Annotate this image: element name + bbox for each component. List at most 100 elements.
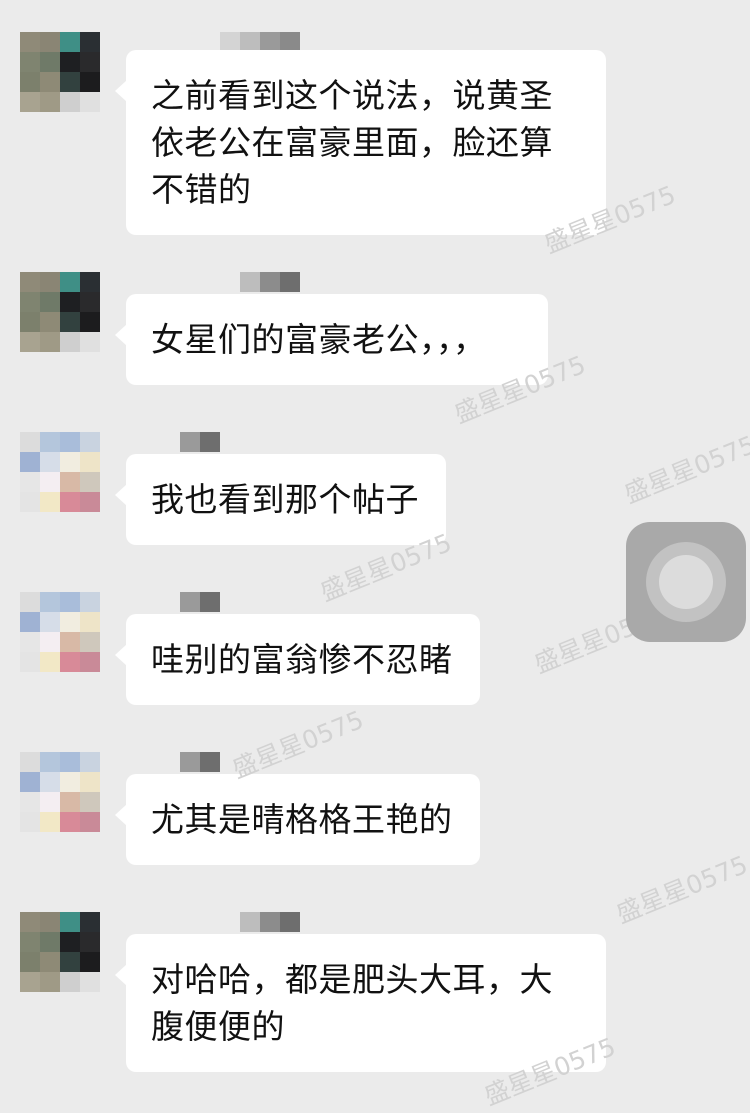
message-bubble[interactable]: 尤其是晴格格王艳的: [115, 774, 480, 865]
message-bubble[interactable]: 女星们的富豪老公，，，: [115, 294, 548, 385]
avatar-pixel: [40, 492, 60, 512]
avatar[interactable]: [20, 272, 100, 352]
avatar-pixel: [40, 812, 60, 832]
avatar-pixel: [40, 32, 60, 52]
sender-name-pixelated: [180, 592, 220, 612]
avatar-pixel: [80, 792, 100, 812]
avatar-pixel: [40, 52, 60, 72]
message-text: 我也看到那个帖子: [151, 480, 419, 519]
avatar-pixel: [60, 32, 80, 52]
avatar-pixel: [60, 612, 80, 632]
avatar-pixel: [60, 492, 80, 512]
avatar-pixel: [40, 272, 60, 292]
avatar-pixel: [60, 952, 80, 972]
message-text: 之前看到这个说法，说黄圣依老公在富豪里面，脸还算不错的: [151, 76, 553, 209]
avatar-pixel: [20, 492, 40, 512]
avatar-pixel: [60, 652, 80, 672]
avatar[interactable]: [20, 432, 100, 512]
avatar-pixel: [60, 452, 80, 472]
avatar-pixel: [60, 272, 80, 292]
sender-name-pixelated: [240, 272, 300, 292]
message-bubble[interactable]: 我也看到那个帖子: [115, 454, 446, 545]
avatar[interactable]: [20, 752, 100, 832]
avatar-pixel: [80, 752, 100, 772]
avatar-pixel: [80, 72, 100, 92]
avatar[interactable]: [20, 592, 100, 672]
avatar-pixel: [20, 932, 40, 952]
avatar-pixel: [40, 632, 60, 652]
avatar-pixel: [60, 292, 80, 312]
avatar-pixel: [60, 72, 80, 92]
avatar-pixel: [60, 472, 80, 492]
avatar-pixel: [40, 332, 60, 352]
avatar-pixel: [80, 312, 100, 332]
message-text: 哇别的富翁惨不忍睹: [151, 640, 453, 679]
avatar-pixel: [40, 592, 60, 612]
assistive-touch-button[interactable]: [626, 522, 746, 642]
avatar-pixel: [40, 932, 60, 952]
avatar-pixel: [80, 472, 100, 492]
avatar-pixel: [80, 912, 100, 932]
avatar-pixel: [20, 292, 40, 312]
avatar-pixel: [20, 32, 40, 52]
avatar-pixel: [40, 772, 60, 792]
avatar-pixel: [20, 52, 40, 72]
avatar-pixel: [20, 752, 40, 772]
avatar-pixel: [80, 292, 100, 312]
avatar-pixel: [20, 952, 40, 972]
avatar-pixel: [20, 312, 40, 332]
avatar-pixel: [80, 32, 100, 52]
avatar-pixel: [80, 932, 100, 952]
avatar-pixel: [20, 772, 40, 792]
avatar-pixel: [80, 452, 100, 472]
avatar-pixel: [60, 632, 80, 652]
avatar-pixel: [20, 612, 40, 632]
avatar-pixel: [40, 92, 60, 112]
avatar-pixel: [20, 592, 40, 612]
avatar-pixel: [20, 432, 40, 452]
avatar-pixel: [60, 752, 80, 772]
avatar-pixel: [20, 72, 40, 92]
avatar-pixel: [80, 972, 100, 992]
avatar-pixel: [20, 332, 40, 352]
avatar-pixel: [40, 292, 60, 312]
avatar-pixel: [80, 632, 100, 652]
avatar-pixel: [80, 92, 100, 112]
avatar-pixel: [40, 912, 60, 932]
avatar-pixel: [60, 52, 80, 72]
avatar-pixel: [20, 812, 40, 832]
avatar-pixel: [20, 452, 40, 472]
avatar-pixel: [60, 792, 80, 812]
avatar-pixel: [40, 452, 60, 472]
avatar-pixel: [80, 652, 100, 672]
sender-name-pixelated: [180, 432, 220, 452]
avatar-pixel: [20, 912, 40, 932]
avatar-pixel: [40, 952, 60, 972]
avatar-pixel: [80, 612, 100, 632]
avatar-pixel: [40, 72, 60, 92]
message-bubble[interactable]: 之前看到这个说法，说黄圣依老公在富豪里面，脸还算不错的: [115, 50, 606, 235]
sender-name-pixelated: [220, 32, 300, 52]
assistive-touch-core-icon: [659, 555, 713, 609]
avatar-pixel: [20, 792, 40, 812]
message-bubble[interactable]: 哇别的富翁惨不忍睹: [115, 614, 480, 705]
avatar-pixel: [40, 752, 60, 772]
avatar-pixel: [40, 612, 60, 632]
message-bubble[interactable]: 对哈哈，都是肥头大耳，大腹便便的: [115, 934, 606, 1072]
avatar-pixel: [80, 432, 100, 452]
avatar-pixel: [40, 472, 60, 492]
avatar-pixel: [60, 592, 80, 612]
avatar-pixel: [60, 812, 80, 832]
avatar-pixel: [60, 912, 80, 932]
avatar-pixel: [40, 652, 60, 672]
avatar-pixel: [60, 972, 80, 992]
message-text: 女星们的富豪老公，，，: [151, 320, 487, 359]
avatar-pixel: [40, 432, 60, 452]
message-text: 尤其是晴格格王艳的: [151, 800, 453, 839]
avatar-pixel: [80, 592, 100, 612]
avatar-pixel: [40, 312, 60, 332]
avatar[interactable]: [20, 32, 100, 112]
avatar[interactable]: [20, 912, 100, 992]
sender-name-pixelated: [240, 912, 300, 932]
avatar-pixel: [80, 812, 100, 832]
